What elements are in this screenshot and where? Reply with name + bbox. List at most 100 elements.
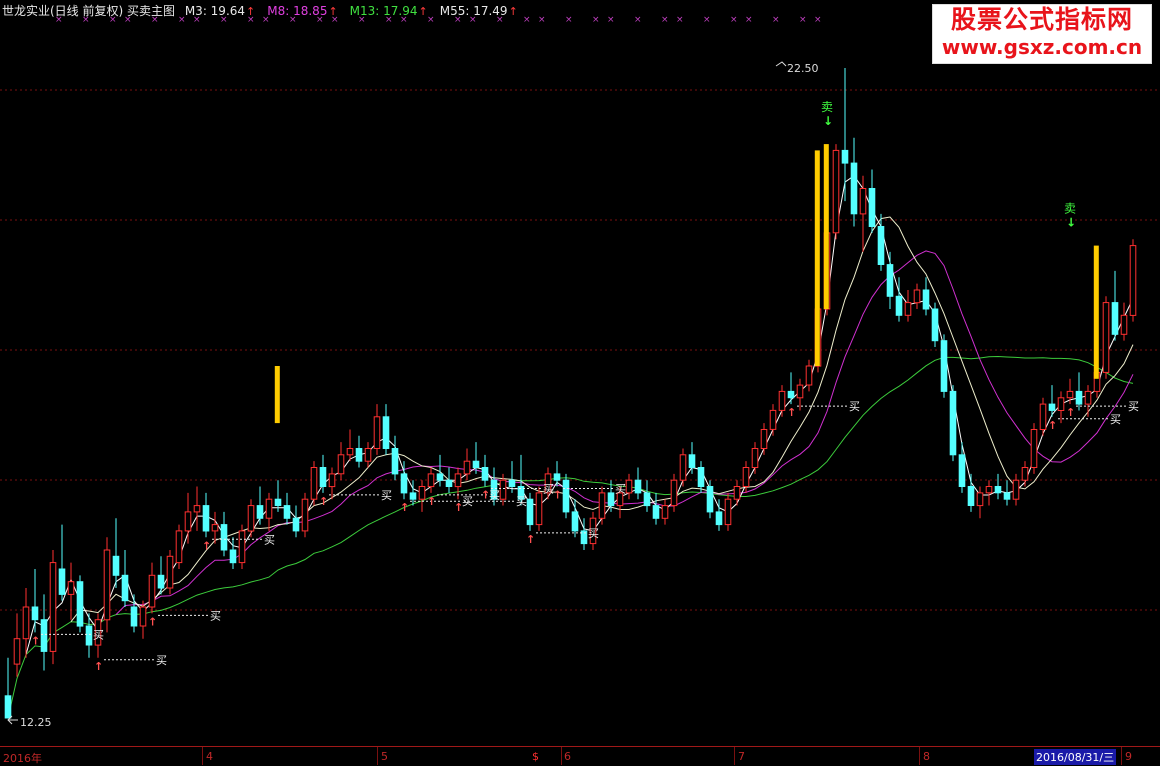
top-marker: × — [745, 15, 753, 25]
top-marker: × — [538, 15, 546, 25]
candle-body — [229, 549, 237, 564]
buy-arrow-icon: ↑ — [400, 501, 409, 514]
candle-body — [1039, 403, 1047, 431]
candle-body — [1003, 492, 1011, 500]
top-marker: × — [799, 15, 807, 25]
top-marker: × — [454, 15, 462, 25]
candle-body — [760, 429, 768, 449]
candle-body — [850, 162, 858, 215]
candle-body — [976, 492, 984, 507]
top-marker: × — [109, 15, 117, 25]
candle-body — [931, 308, 939, 342]
top-marker: × — [676, 15, 684, 25]
candle-body — [121, 574, 129, 602]
top-marker: × — [634, 15, 642, 25]
candle-body — [301, 498, 309, 532]
buy-arrow-icon: ↑ — [481, 489, 490, 502]
candle-body — [1102, 302, 1110, 373]
highlight-bar-3 — [274, 366, 280, 424]
buy-arrow-icon: ↑ — [1048, 419, 1057, 432]
candle-body — [391, 448, 399, 475]
candle-body — [553, 473, 561, 481]
candle-body — [292, 517, 300, 532]
buy-label: 买 — [849, 400, 860, 413]
candle-body — [607, 492, 615, 507]
candle-body — [598, 492, 606, 519]
top-marker: × — [385, 15, 393, 25]
candle-body — [499, 479, 507, 500]
candle-body — [112, 555, 120, 576]
candle-body — [985, 486, 993, 494]
candle-body — [58, 568, 66, 595]
candle-body — [85, 625, 93, 646]
candle-body — [1084, 390, 1092, 405]
candle-body — [841, 149, 849, 164]
candle-body — [283, 505, 291, 519]
candle-body — [40, 619, 48, 652]
candlestick-chart[interactable]: × × × × × × × × × × × × × × × × × × × × × × × × × × × × × × × × × ×↑ 买↑ 买↑ 买… — [0, 0, 1160, 746]
candle-body — [409, 492, 417, 500]
ma-line-m13 — [115, 250, 1134, 615]
top-marker: × — [124, 15, 132, 25]
top-marker: × — [358, 15, 366, 25]
candle-body — [706, 486, 714, 513]
top-marker: × — [661, 15, 669, 25]
candle-body — [994, 486, 1002, 494]
low-price-label: 12.25 — [20, 716, 52, 729]
axis-label-jul: 7 — [738, 750, 745, 763]
candle-body — [427, 473, 435, 488]
candle-body — [364, 448, 372, 462]
candle-body — [355, 448, 363, 462]
time-axis: 2016年 4 5 $ 6 7 8 2016/08/31/三 9 — [0, 746, 1160, 765]
candle-body — [1030, 429, 1038, 468]
candle-body — [1129, 245, 1137, 316]
candle-body — [31, 606, 39, 621]
candle-body — [418, 486, 426, 500]
candle-body — [148, 574, 156, 608]
axis-label-may: 5 — [381, 750, 388, 763]
candle-body — [157, 574, 165, 589]
candle-body — [832, 149, 840, 234]
candle-body — [220, 524, 228, 551]
candle-body — [346, 448, 354, 456]
buy-arrow-icon: ↑ — [202, 539, 211, 552]
candle-body — [319, 467, 327, 487]
candle-body — [265, 498, 273, 519]
buy-arrow-icon: ↑ — [454, 501, 463, 514]
candle-body — [661, 505, 669, 519]
candle-body — [256, 505, 264, 519]
candle-body — [526, 498, 534, 526]
candle-body — [859, 188, 867, 215]
sell-arrow-icon: ↓ — [1066, 216, 1076, 230]
candle-body — [211, 524, 219, 532]
candle-body — [1012, 479, 1020, 500]
candle-body — [697, 467, 705, 487]
candle-body — [724, 498, 732, 526]
candle-body — [472, 460, 480, 469]
candle-body — [643, 492, 651, 507]
buy-arrow-icon: ↑ — [148, 615, 157, 628]
axis-label-aug: 8 — [923, 750, 930, 763]
buy-label: 买 — [264, 533, 275, 546]
buy-label: 买 — [381, 489, 392, 502]
top-marker: × — [193, 15, 201, 25]
candle-body — [328, 473, 336, 488]
candle-body — [337, 454, 345, 475]
candle-body — [634, 479, 642, 494]
candle-body — [904, 302, 912, 316]
candle-body — [130, 606, 138, 627]
top-marker: × — [400, 15, 408, 25]
candle-body — [445, 479, 453, 488]
candle-body — [535, 492, 543, 526]
sell-label: 卖 — [1064, 202, 1076, 216]
sell-arrow-icon: ↓ — [823, 114, 833, 128]
top-marker: × — [247, 15, 255, 25]
buy-label: 买 — [516, 495, 527, 508]
candle-body — [940, 340, 948, 392]
candle-body — [139, 606, 147, 627]
candle-body — [310, 467, 318, 500]
buy-label: 买 — [615, 483, 626, 496]
candle-body — [895, 295, 903, 316]
candle-body — [22, 606, 30, 640]
candle-body — [463, 460, 471, 475]
